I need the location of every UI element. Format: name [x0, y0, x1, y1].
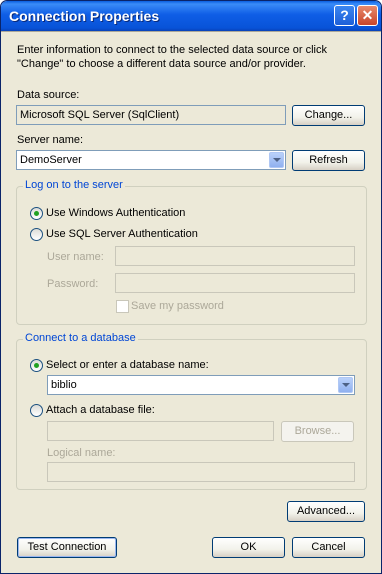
- help-icon: ?: [340, 7, 349, 23]
- cancel-button[interactable]: Cancel: [292, 537, 365, 558]
- server-name-label: Server name:: [17, 134, 84, 146]
- select-database-radio[interactable]: [30, 359, 43, 372]
- sql-auth-radio[interactable]: [30, 228, 43, 241]
- attach-file-radio[interactable]: [30, 404, 43, 417]
- data-source-field: Microsoft SQL Server (SqlClient): [16, 105, 286, 125]
- sql-auth-label[interactable]: Use SQL Server Authentication: [46, 228, 198, 240]
- windows-auth-label[interactable]: Use Windows Authentication: [46, 207, 185, 219]
- title-bar[interactable]: Connection Properties ? ✕: [1, 1, 381, 31]
- title-separator: [1, 31, 381, 32]
- user-name-input[interactable]: [115, 246, 355, 266]
- help-button[interactable]: ?: [334, 5, 355, 26]
- select-database-label[interactable]: Select or enter a database name:: [46, 359, 209, 371]
- database-name-value: biblio: [51, 379, 77, 391]
- browse-button[interactable]: Browse...: [281, 421, 354, 442]
- data-source-label: Data source:: [17, 89, 80, 101]
- advanced-button[interactable]: Advanced...: [287, 501, 365, 522]
- save-password-label: Save my password: [131, 300, 224, 312]
- refresh-button[interactable]: Refresh: [292, 150, 365, 171]
- windows-auth-radio[interactable]: [30, 207, 43, 220]
- save-password-checkbox[interactable]: [116, 300, 129, 313]
- server-name-value: DemoServer: [20, 154, 82, 166]
- chevron-down-icon[interactable]: [269, 152, 284, 168]
- change-button[interactable]: Change...: [292, 105, 365, 126]
- test-connection-button[interactable]: Test Connection: [17, 537, 117, 558]
- intro-text-line-2: "Change" to choose a different data sour…: [17, 58, 306, 70]
- logical-name-input[interactable]: [47, 462, 355, 482]
- server-name-combo[interactable]: DemoServer: [16, 150, 286, 170]
- database-name-combo[interactable]: biblio: [47, 375, 355, 395]
- intro-text-line-1: Enter information to connect to the sele…: [17, 44, 327, 56]
- password-input[interactable]: [115, 273, 355, 293]
- connection-properties-dialog: Connection Properties ? ✕ Enter informat…: [0, 0, 382, 574]
- logon-group-title: Log on to the server: [23, 179, 125, 191]
- logical-name-label: Logical name:: [47, 447, 116, 459]
- password-label: Password:: [47, 278, 99, 290]
- ok-button[interactable]: OK: [212, 537, 285, 558]
- user-name-label: User name:: [47, 251, 104, 263]
- attach-file-input[interactable]: [47, 421, 274, 441]
- database-group-title: Connect to a database: [23, 332, 138, 344]
- close-button[interactable]: ✕: [357, 5, 378, 26]
- window-title: Connection Properties: [9, 8, 160, 24]
- chevron-down-icon[interactable]: [338, 377, 353, 393]
- close-icon: ✕: [361, 7, 374, 23]
- attach-file-label[interactable]: Attach a database file:: [46, 404, 155, 416]
